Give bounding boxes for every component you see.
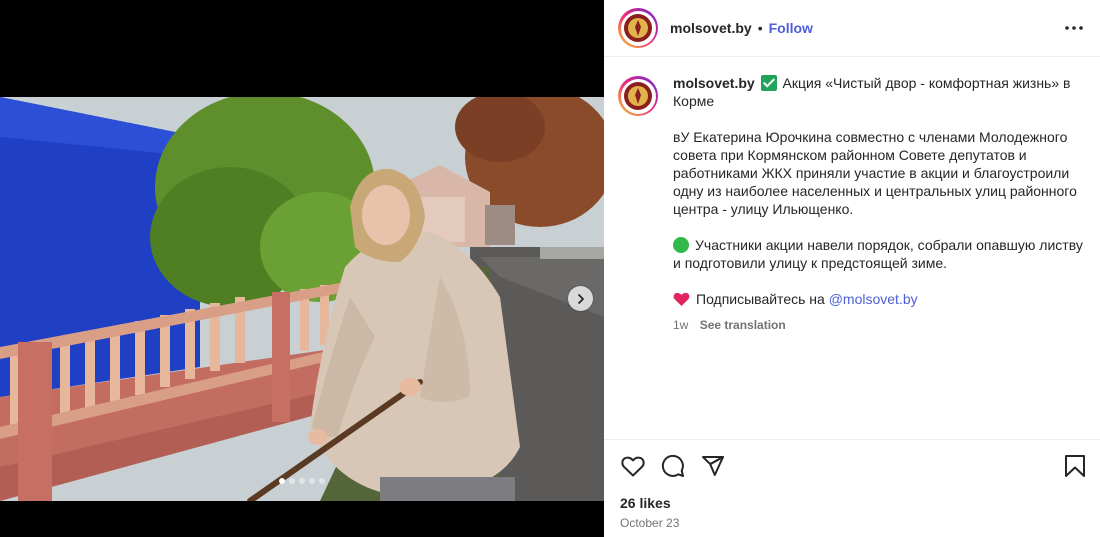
- subscribe-text: Подписывайтесь на: [696, 291, 829, 307]
- avatar-image: [620, 10, 656, 46]
- instagram-post: molsovet.by • Follow molsovet.by Акция «…: [0, 0, 1100, 537]
- actions-section: 26 likes October 23: [604, 439, 1100, 537]
- emblem-icon: [624, 82, 652, 110]
- share-button[interactable]: [700, 453, 726, 479]
- comment-icon: [661, 454, 684, 477]
- caption-meta: 1w See translation: [673, 316, 1085, 334]
- avatar[interactable]: [618, 8, 658, 48]
- caption-username[interactable]: molsovet.by: [673, 75, 755, 91]
- chevron-right-icon: [577, 293, 584, 304]
- post-side-panel: molsovet.by • Follow molsovet.by Акция «…: [604, 0, 1100, 537]
- save-button[interactable]: [1062, 453, 1088, 479]
- post-age: 1w: [673, 318, 689, 332]
- post-date: October 23: [620, 516, 680, 530]
- avatar-image: [620, 78, 656, 114]
- header-username[interactable]: molsovet.by: [670, 20, 752, 36]
- follow-button[interactable]: Follow: [769, 20, 813, 36]
- carousel-dot: [319, 478, 325, 484]
- separator-dot: •: [757, 20, 763, 36]
- carousel-indicator: [0, 478, 604, 484]
- carousel-dot: [279, 478, 285, 484]
- more-horizontal-icon: [1065, 26, 1083, 30]
- heart-emoji-icon: [673, 292, 690, 306]
- bookmark-icon: [1065, 455, 1085, 477]
- caption-paragraph-2: Участники акции навели порядок, собрали …: [673, 236, 1085, 272]
- heart-icon: [621, 456, 645, 477]
- more-options-button[interactable]: [1064, 18, 1084, 38]
- see-translation-button[interactable]: See translation: [700, 318, 786, 332]
- check-mark-icon: [760, 75, 777, 91]
- like-button[interactable]: [620, 453, 646, 479]
- send-icon: [702, 456, 724, 476]
- likes-count[interactable]: 26 likes: [620, 495, 671, 511]
- caption-title-line: molsovet.by Акция «Чистый двор - комфорт…: [673, 74, 1085, 110]
- green-circle-icon: [673, 237, 689, 253]
- caption-avatar[interactable]: [618, 76, 658, 116]
- caption-paragraph-2-text: Участники акции навели порядок, собрали …: [673, 237, 1083, 271]
- caption-body: molsovet.by Акция «Чистый двор - комфорт…: [673, 74, 1085, 334]
- carousel-dot: [289, 478, 295, 484]
- post-photo[interactable]: [0, 97, 604, 501]
- mention-link[interactable]: @molsovet.by: [829, 291, 918, 307]
- emblem-icon: [624, 14, 652, 42]
- action-buttons: [620, 453, 726, 479]
- carousel-dot: [299, 478, 305, 484]
- post-header: molsovet.by • Follow: [604, 0, 1100, 57]
- comment-button[interactable]: [660, 453, 686, 479]
- post-caption: molsovet.by Акция «Чистый двор - комфорт…: [618, 74, 1088, 334]
- post-media: [0, 0, 604, 537]
- caption-paragraph-1: вУ Екатерина Юрочкина совместно с членам…: [673, 129, 1077, 217]
- next-slide-button[interactable]: [568, 286, 593, 311]
- caption-subscribe: Подписывайтесь на @molsovet.by: [673, 290, 1085, 308]
- photo-scene: [0, 97, 604, 501]
- carousel-dot: [309, 478, 315, 484]
